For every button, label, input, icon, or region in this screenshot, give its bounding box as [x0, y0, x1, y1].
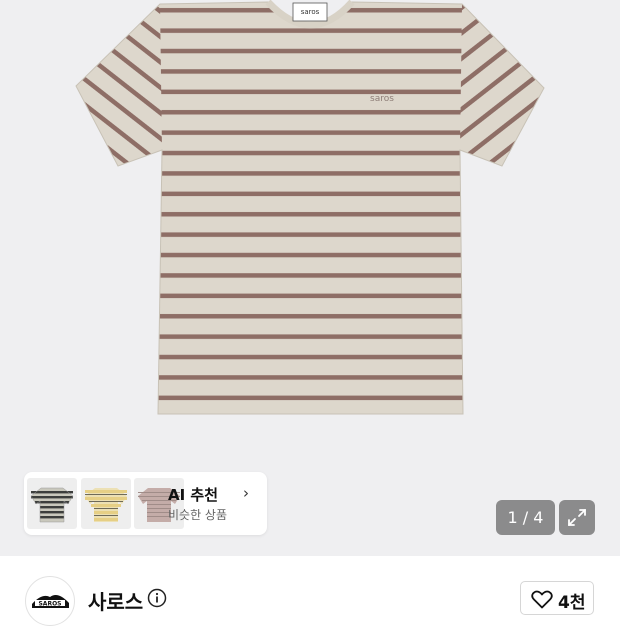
- expand-icon: [568, 509, 586, 526]
- chevron-right-icon[interactable]: ›: [243, 484, 249, 502]
- image-pager-indicator: 1 / 4: [496, 500, 555, 535]
- ai-recommend-title[interactable]: AI 추천: [168, 484, 218, 505]
- thumb-yellow-stripe[interactable]: [81, 478, 131, 529]
- shop-logo-emblem: SAROS: [32, 595, 69, 608]
- chest-brand-print: saros: [370, 94, 394, 104]
- shop-name[interactable]: 사로스: [88, 586, 143, 615]
- thumb-yellow-stripe-shirt-icon: [85, 488, 127, 522]
- ai-recommend-card[interactable]: [24, 472, 267, 535]
- thumb-gray-stripe[interactable]: [27, 478, 77, 529]
- info-icon[interactable]: [147, 588, 167, 608]
- shop-logo[interactable]: SAROS: [25, 576, 75, 626]
- collar-tag-text: saros: [301, 8, 320, 16]
- expand-button[interactable]: [559, 500, 595, 535]
- like-button[interactable]: 4천: [520, 581, 594, 615]
- heart-icon: [531, 590, 553, 609]
- thumb-gray-stripe-shirt-icon: [30, 487, 74, 523]
- like-count: 4천: [558, 593, 586, 613]
- ai-recommend-subtitle: 비슷한 상품: [168, 508, 228, 522]
- shop-logo-text: SAROS: [38, 601, 61, 608]
